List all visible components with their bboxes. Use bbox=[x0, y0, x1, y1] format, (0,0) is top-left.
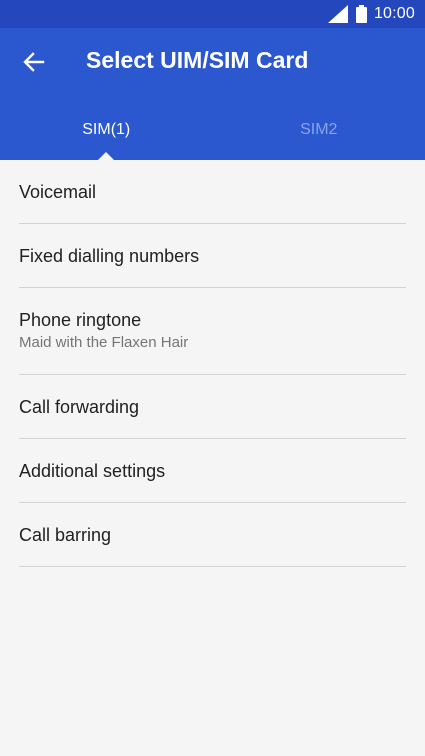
arrow-left-icon bbox=[23, 52, 45, 72]
status-bar: 10:00 bbox=[0, 0, 425, 28]
item-subtitle: Maid with the Flaxen Hair bbox=[19, 334, 189, 351]
tab-sim2-label: SIM2 bbox=[300, 121, 338, 138]
list-item-phone-ringtone[interactable]: Phone ringtone Maid with the Flaxen Hair bbox=[19, 288, 406, 375]
settings-list: Voicemail Fixed dialling numbers Phone r… bbox=[19, 160, 406, 567]
app-bar: Select UIM/SIM Card SIM(1) SIM2 bbox=[0, 28, 425, 160]
tab-sim2[interactable]: SIM2 bbox=[213, 100, 425, 160]
status-icons: 10:00 bbox=[327, 0, 415, 28]
active-tab-indicator bbox=[98, 152, 115, 160]
item-title: Phone ringtone bbox=[19, 310, 142, 330]
item-title: Fixed dialling numbers bbox=[19, 245, 200, 266]
item-title: Voicemail bbox=[19, 181, 97, 202]
item-title: Call forwarding bbox=[19, 396, 140, 417]
back-button[interactable] bbox=[12, 40, 56, 84]
list-item-call-barring[interactable]: Call barring bbox=[19, 503, 406, 567]
list-item-fixed-dialling-numbers[interactable]: Fixed dialling numbers bbox=[19, 224, 406, 288]
tab-sim1[interactable]: SIM(1) bbox=[0, 100, 213, 160]
clock: 10:00 bbox=[373, 5, 415, 22]
signal-icon bbox=[327, 5, 348, 23]
sim-tabs: SIM(1) SIM2 bbox=[0, 100, 425, 160]
item-title: Additional settings bbox=[19, 460, 166, 481]
tab-sim1-label: SIM(1) bbox=[82, 121, 131, 138]
item-title: Call barring bbox=[19, 524, 112, 545]
list-item-voicemail[interactable]: Voicemail bbox=[19, 160, 406, 224]
battery-icon bbox=[355, 5, 367, 23]
list-item-call-forwarding[interactable]: Call forwarding bbox=[19, 375, 406, 439]
list-item-additional-settings[interactable]: Additional settings bbox=[19, 439, 406, 503]
page-title: Select UIM/SIM Card bbox=[86, 47, 309, 73]
